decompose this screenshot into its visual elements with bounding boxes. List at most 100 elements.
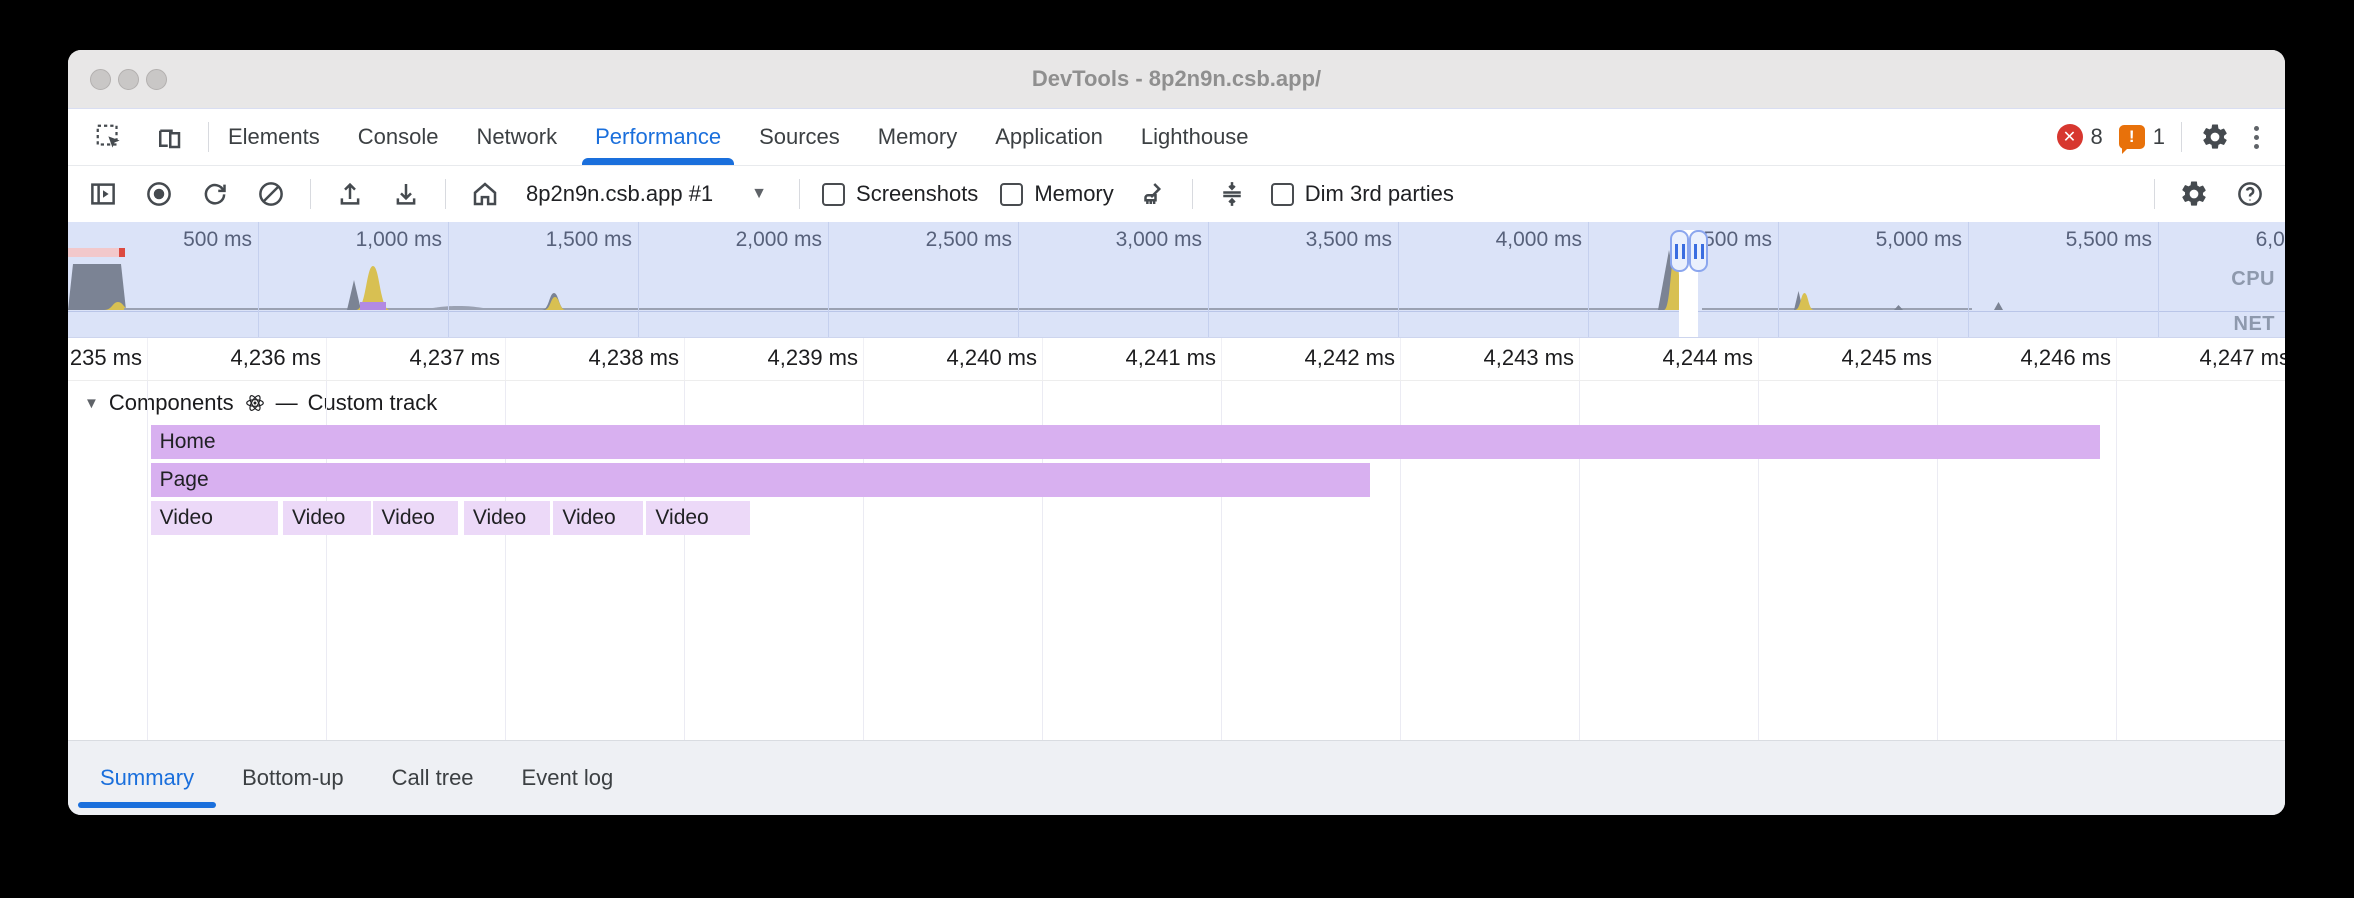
- overview-tick-label: 2,500 ms: [926, 228, 1018, 252]
- ruler-label: 4,241 ms: [1126, 345, 1222, 371]
- dim-3rd-parties-checkbox-label: Dim 3rd parties: [1305, 181, 1454, 207]
- dim-3rd-parties-checkbox-box[interactable]: [1271, 183, 1294, 206]
- ruler-label: 4,246 ms: [2021, 345, 2117, 371]
- ruler-tick: [1400, 338, 1401, 380]
- ruler-tick: [505, 338, 506, 380]
- track-span[interactable]: Video: [283, 501, 371, 535]
- device-toolbar-icon[interactable]: [152, 120, 186, 154]
- ruler-tick: [863, 338, 864, 380]
- ruler-label: 4,245 ms: [1842, 345, 1938, 371]
- gc-icon[interactable]: [1136, 177, 1170, 211]
- memory-checkbox-label: Memory: [1034, 181, 1113, 207]
- record-icon[interactable]: [142, 177, 176, 211]
- overview-gridline: [1968, 222, 1969, 337]
- sidebar-toggle-icon[interactable]: [86, 177, 120, 211]
- upload-icon[interactable]: [333, 177, 367, 211]
- track-row: Home: [68, 425, 2285, 459]
- error-icon: ✕: [2057, 124, 2083, 150]
- overview-gridline: [1018, 222, 1019, 337]
- tab-application[interactable]: Application: [976, 109, 1122, 165]
- screenshots-checkbox[interactable]: Screenshots: [822, 181, 978, 207]
- tab-memory[interactable]: Memory: [859, 109, 976, 165]
- track-span[interactable]: Video: [151, 501, 278, 535]
- track-title: Components: [109, 390, 234, 416]
- overview-gridline: [828, 222, 829, 337]
- overview-gridline: [1588, 222, 1589, 337]
- toolbar-divider-1: [310, 179, 311, 209]
- tab-performance[interactable]: Performance: [576, 109, 740, 165]
- track-span[interactable]: Video: [646, 501, 750, 535]
- track-area[interactable]: ▼ Components — Custom track Home Page Vide…: [68, 381, 2285, 740]
- cpu-label: CPU: [2231, 268, 2275, 291]
- ruler-tick: [1937, 338, 1938, 380]
- selection-right-handle[interactable]: [1689, 230, 1708, 272]
- tabbar-right-divider: [2181, 122, 2182, 152]
- timeline-ruler: 4,235 ms4,236 ms4,237 ms4,238 ms4,239 ms…: [68, 338, 2285, 381]
- track-span[interactable]: Home: [151, 425, 2100, 459]
- track-span[interactable]: Page: [151, 463, 1370, 497]
- collapse-icon[interactable]: [1215, 177, 1249, 211]
- dim-3rd-parties-checkbox[interactable]: Dim 3rd parties: [1271, 181, 1454, 207]
- tabbar-right: ✕ 8 ! 1: [2057, 120, 2286, 154]
- help-icon[interactable]: [2233, 177, 2267, 211]
- home-icon[interactable]: [468, 177, 502, 211]
- issue-icon: !: [2119, 125, 2145, 149]
- desktop-background: DevTools - 8p2n9n.csb.app/: [0, 0, 2354, 898]
- custom-track-header[interactable]: ▼ Components — Custom track: [84, 390, 437, 416]
- screenshots-checkbox-label: Screenshots: [856, 181, 978, 207]
- overview-gridline: [1398, 222, 1399, 337]
- memory-checkbox-box[interactable]: [1000, 183, 1023, 206]
- track-subtitle: Custom track: [308, 390, 438, 416]
- track-span[interactable]: Video: [553, 501, 643, 535]
- devtools-window: DevTools - 8p2n9n.csb.app/: [68, 50, 2285, 815]
- collapse-triangle-icon[interactable]: ▼: [84, 395, 99, 412]
- tab-sources[interactable]: Sources: [740, 109, 859, 165]
- memory-checkbox[interactable]: Memory: [1000, 181, 1113, 207]
- details-tabbar: SummaryBottom-upCall treeEvent log: [68, 740, 2285, 815]
- overview-gridline: [448, 222, 449, 337]
- details-tab-summary[interactable]: Summary: [76, 741, 218, 815]
- ruler-label: 4,243 ms: [1484, 345, 1580, 371]
- console-errors-badge[interactable]: ✕ 8: [2057, 124, 2103, 150]
- kebab-menu-icon[interactable]: [2248, 126, 2265, 149]
- toolbar-divider-3: [799, 179, 800, 209]
- clear-icon[interactable]: [254, 177, 288, 211]
- ruler-tick: [1758, 338, 1759, 380]
- ruler-tick: [326, 338, 327, 380]
- gear-icon[interactable]: [2198, 120, 2232, 154]
- overview-gridline: [1208, 222, 1209, 337]
- reload-icon[interactable]: [198, 177, 232, 211]
- window-titlebar[interactable]: DevTools - 8p2n9n.csb.app/: [68, 50, 2285, 109]
- ruler-label: 4,236 ms: [231, 345, 327, 371]
- tab-lighthouse[interactable]: Lighthouse: [1122, 109, 1268, 165]
- devtools-tabbar: ElementsConsoleNetworkPerformanceSources…: [68, 109, 2285, 166]
- tab-elements[interactable]: Elements: [209, 109, 339, 165]
- details-tab-bottom-up[interactable]: Bottom-up: [218, 741, 368, 815]
- toolbar-divider-5: [2154, 179, 2155, 209]
- inspect-icon[interactable]: [92, 120, 126, 154]
- overview-tick-label: 3,500 ms: [1306, 228, 1398, 252]
- timeline-overview[interactable]: CPU NET 500 ms1,000 ms1,500 ms2,000 ms2,…: [68, 222, 2285, 338]
- overview-tick-label: 6,000 ms: [2256, 228, 2285, 252]
- long-task-marker: [68, 248, 125, 257]
- overview-tick-label: 5,500 ms: [2066, 228, 2158, 252]
- cpu-net-divider: [68, 311, 2285, 312]
- perf-settings-gear-icon[interactable]: [2177, 177, 2211, 211]
- track-span[interactable]: Video: [464, 501, 550, 535]
- tab-console[interactable]: Console: [339, 109, 458, 165]
- overview-tick-label: 5,000 ms: [1876, 228, 1968, 252]
- issues-badge[interactable]: ! 1: [2119, 124, 2165, 150]
- download-icon[interactable]: [389, 177, 423, 211]
- overview-gridline: [2158, 222, 2159, 337]
- details-tab-event-log[interactable]: Event log: [498, 741, 638, 815]
- selection-left-handle[interactable]: [1670, 230, 1689, 272]
- target-select[interactable]: 8p2n9n.csb.app #1: [526, 181, 713, 207]
- ruler-label: 4,240 ms: [947, 345, 1043, 371]
- toolbar-divider-4: [1192, 179, 1193, 209]
- tab-network[interactable]: Network: [457, 109, 576, 165]
- ruler-tick: [2116, 338, 2117, 380]
- track-span[interactable]: Video: [373, 501, 459, 535]
- caret-down-icon[interactable]: ▼: [751, 185, 767, 203]
- details-tab-call-tree[interactable]: Call tree: [368, 741, 498, 815]
- screenshots-checkbox-box[interactable]: [822, 183, 845, 206]
